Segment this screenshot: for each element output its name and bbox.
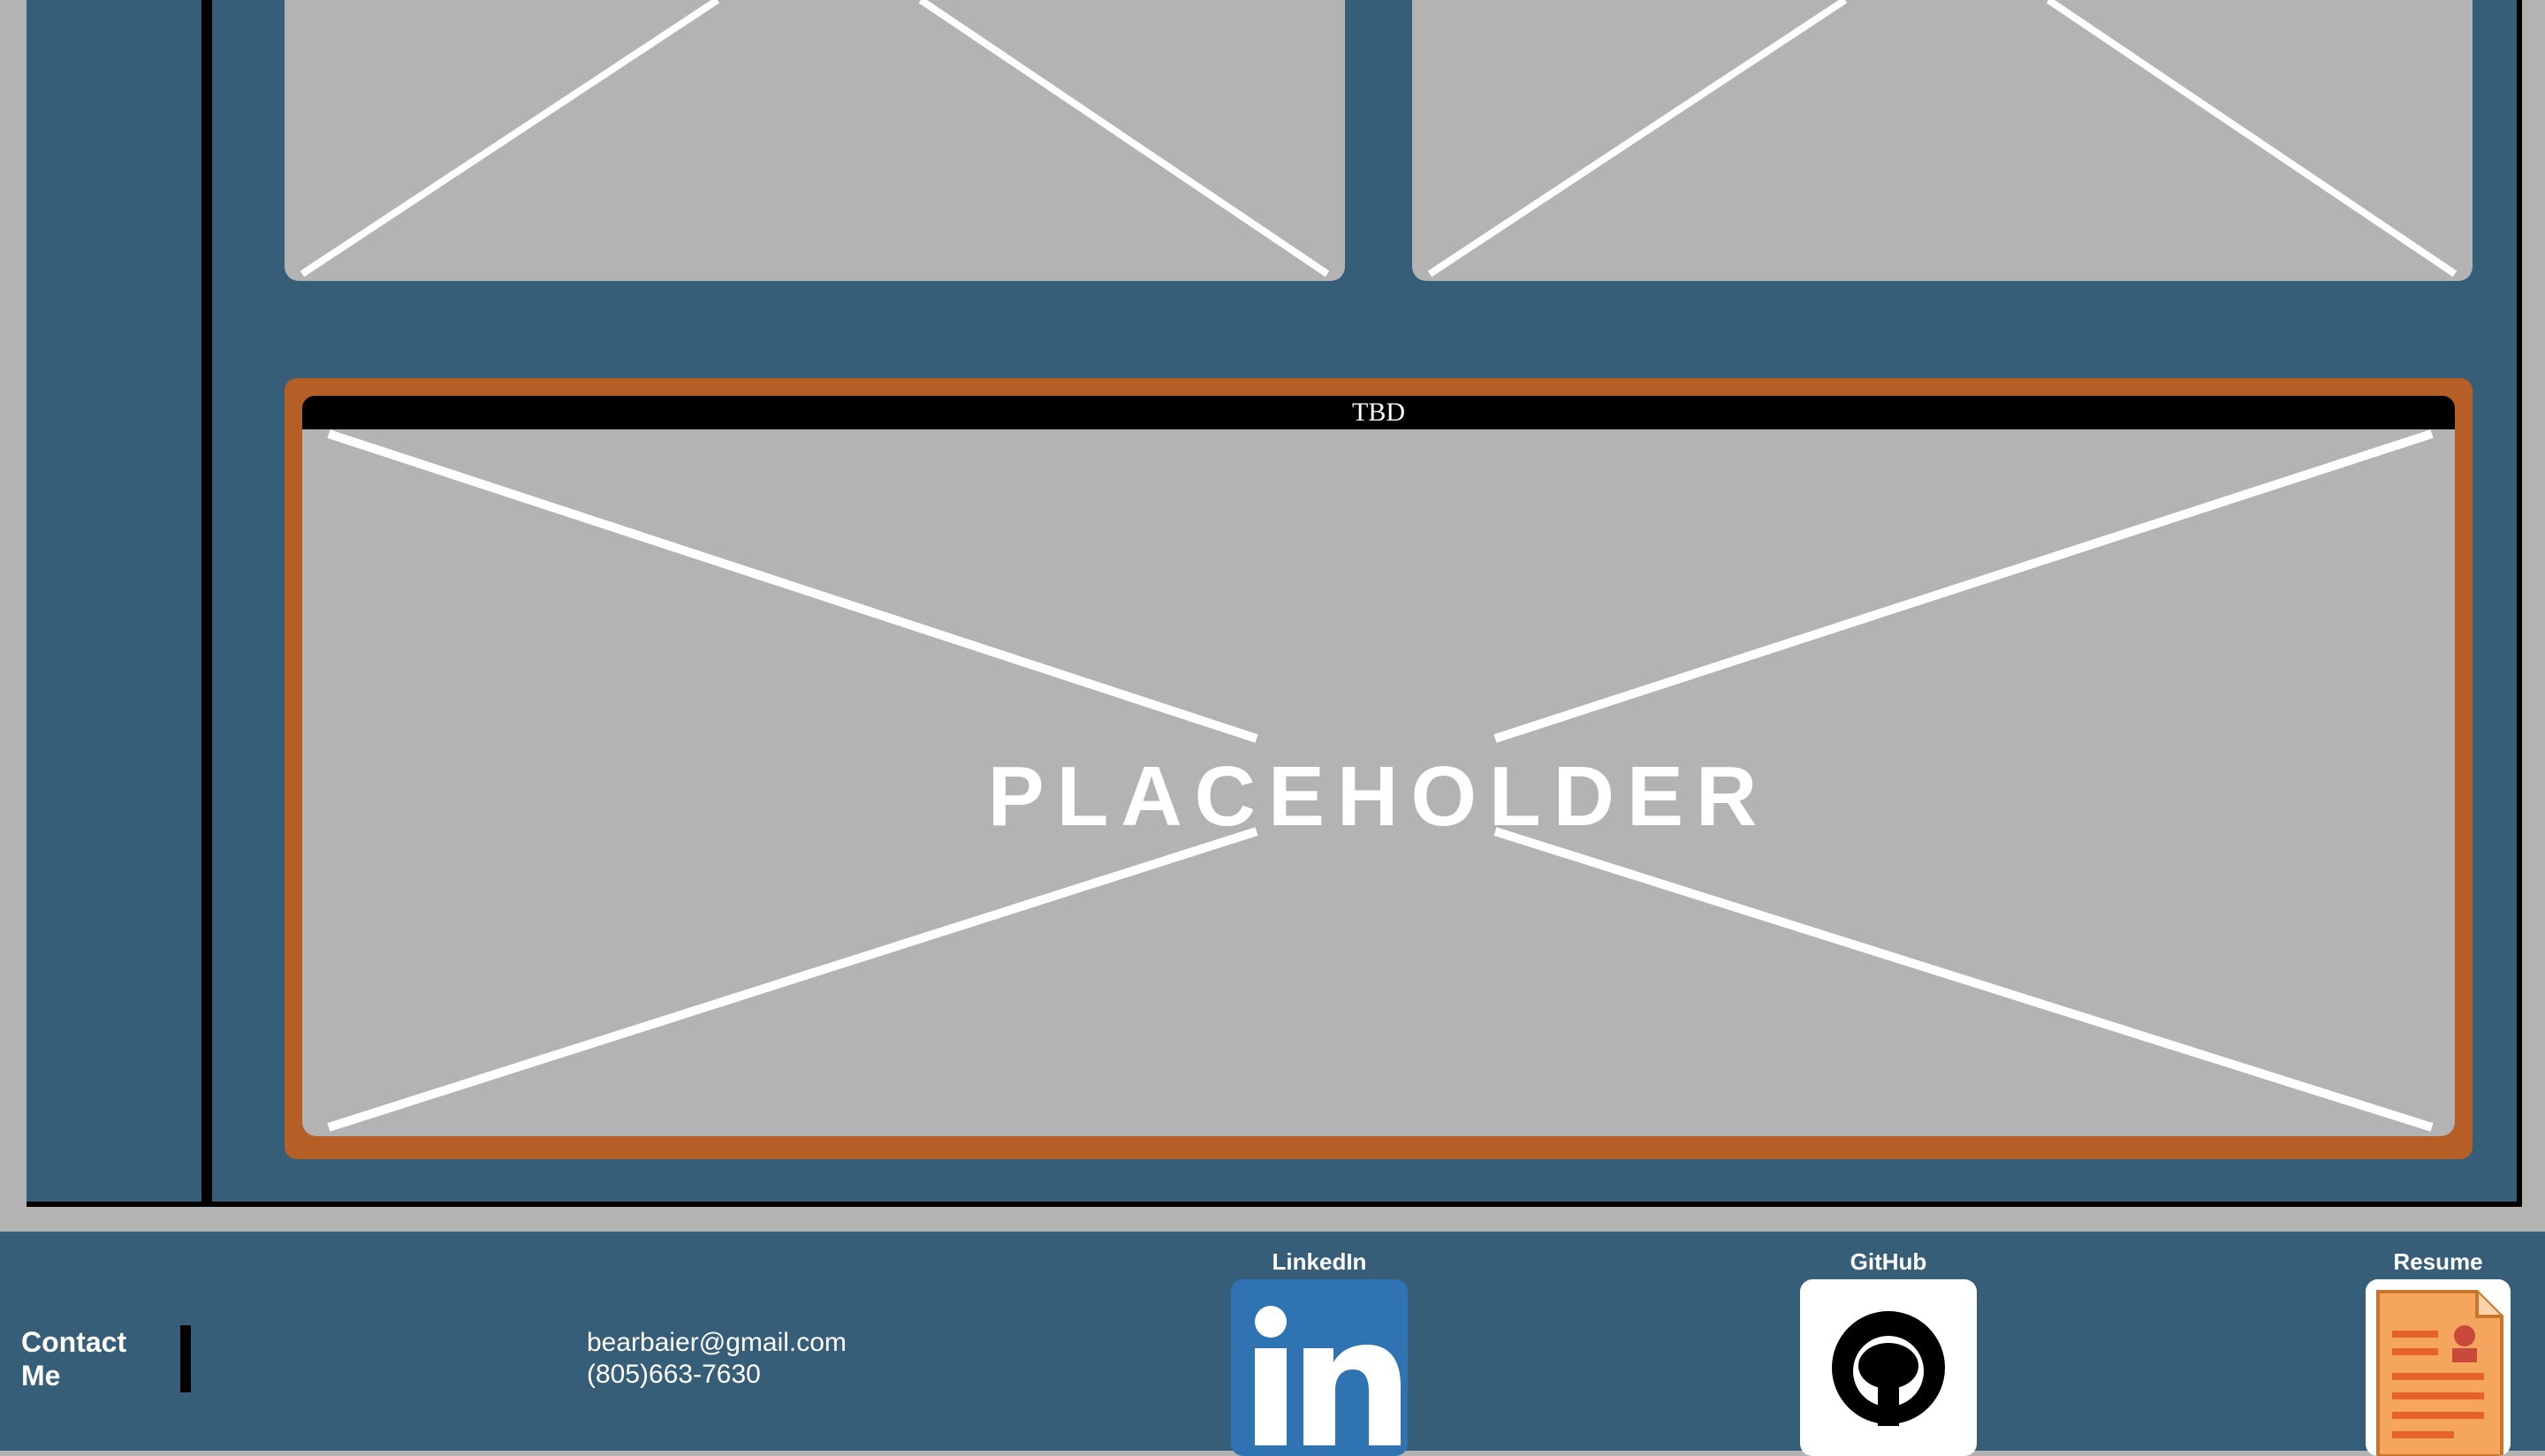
resume-link[interactable]: Resume <box>2366 1247 2511 1456</box>
resume-label: Resume <box>2393 1248 2483 1275</box>
sidebar-divider <box>201 0 212 1207</box>
linkedin-icon[interactable] <box>1231 1279 1408 1456</box>
linkedin-label: LinkedIn <box>1272 1248 1367 1275</box>
github-label: GitHub <box>1850 1248 1927 1275</box>
project-thumbnail-1[interactable] <box>285 0 1345 281</box>
contact-divider <box>180 1325 191 1392</box>
github-link[interactable]: GitHub <box>1800 1247 1977 1456</box>
placeholder-text: PLACEHOLDER <box>988 749 1770 844</box>
placeholder-image <box>300 0 1330 277</box>
placeholder-image <box>1427 0 2458 277</box>
email-text[interactable]: bearbaier@gmail.com <box>587 1327 847 1359</box>
placeholder-image: PLACEHOLDER <box>327 429 2434 1132</box>
github-icon[interactable] <box>1800 1279 1977 1456</box>
project-thumbnail-2[interactable] <box>1412 0 2473 281</box>
resume-icon[interactable] <box>2366 1279 2511 1456</box>
project-title: TBD <box>302 396 2455 429</box>
phone-text: (805)663-7630 <box>587 1360 761 1389</box>
contact-heading: Contact Me <box>21 1326 127 1392</box>
footer: Contact Me bearbaier@gmail.com (805)663-… <box>0 1232 2545 1456</box>
project-image[interactable]: PLACEHOLDER <box>302 429 2455 1136</box>
project-card-tbd[interactable]: TBD PLACEHOLDER <box>285 378 2473 1159</box>
contact-info: bearbaier@gmail.com (805)663-7630 <box>587 1327 847 1391</box>
linkedin-link[interactable]: LinkedIn <box>1231 1247 1408 1456</box>
